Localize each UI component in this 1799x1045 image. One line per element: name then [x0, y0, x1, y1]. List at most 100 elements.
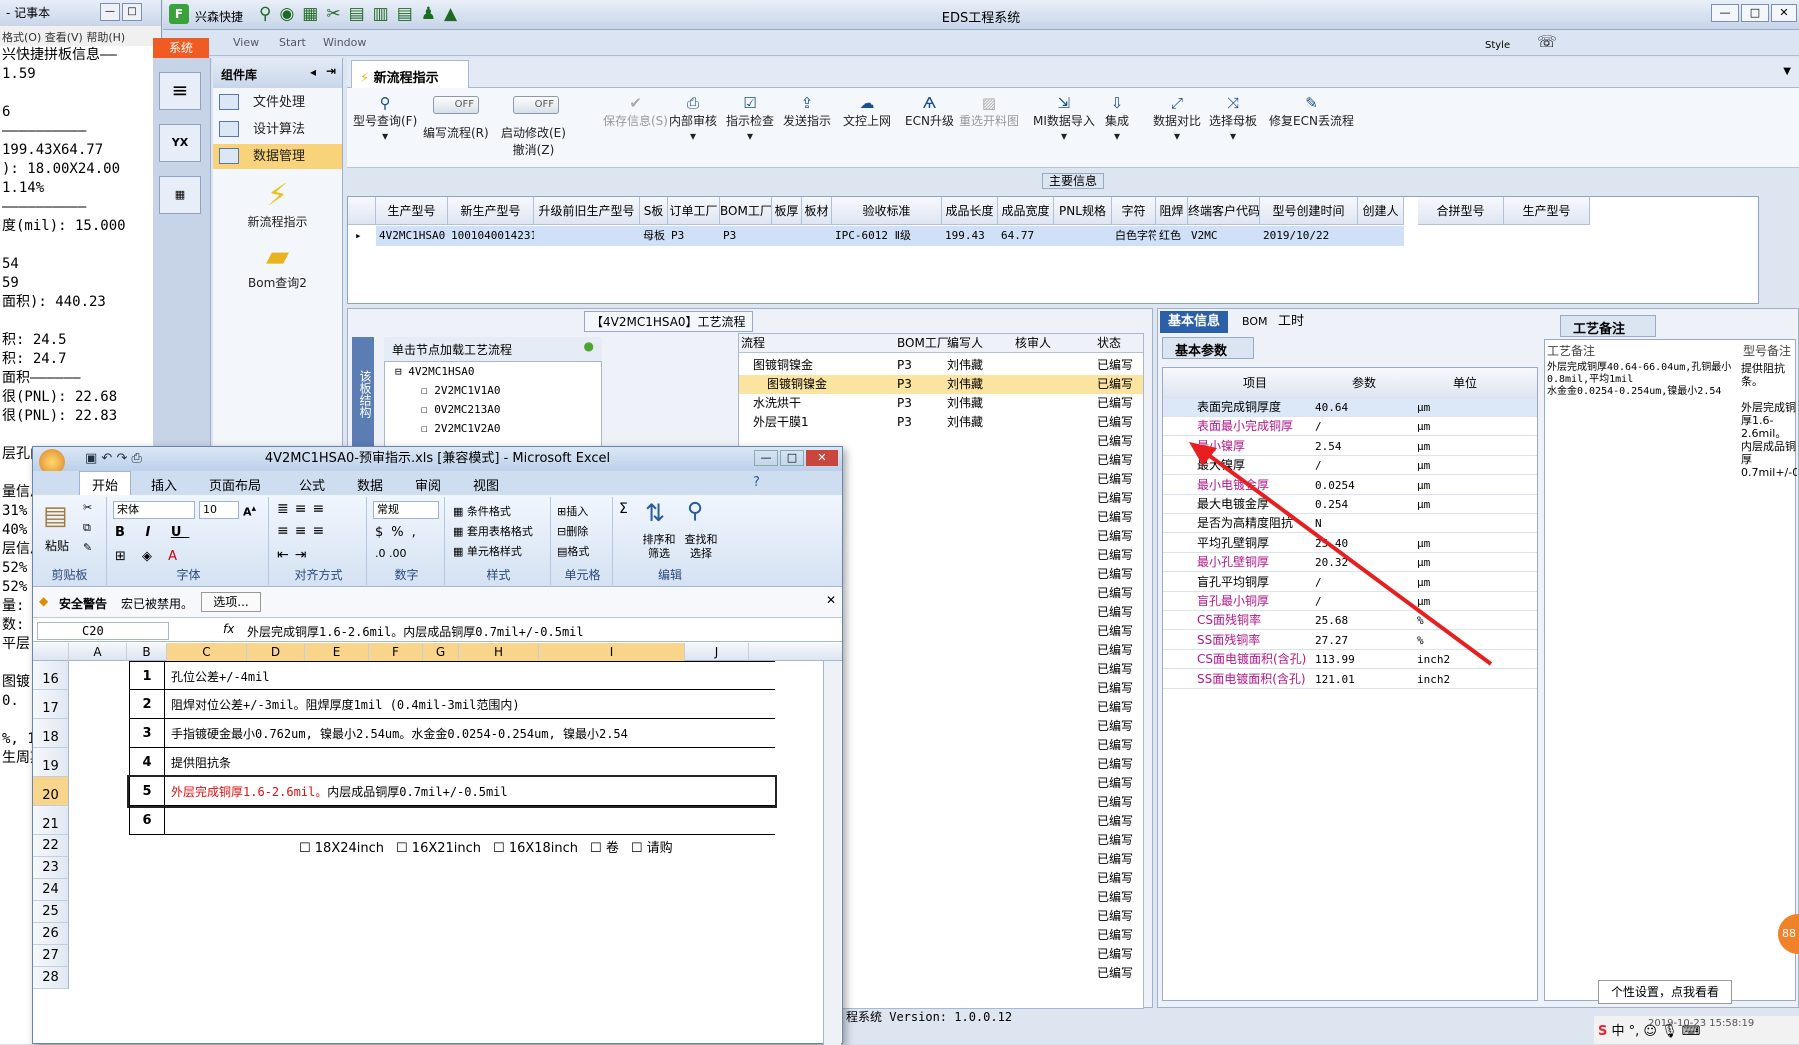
- delete-cells-button[interactable]: ⊟删除: [557, 523, 588, 539]
- grid-cell[interactable]: V2MC: [1188, 226, 1260, 246]
- grid-cell[interactable]: [802, 226, 832, 246]
- worksheet-row[interactable]: 1 孔位公差+/-4mil: [129, 661, 775, 690]
- grid-header-cell[interactable]: 成品长度: [942, 197, 998, 225]
- personalize-tooltip[interactable]: 个性设置，点我看看: [1598, 980, 1732, 1004]
- fix-ecn-button[interactable]: ✎ 修复ECN丢流程: [1269, 94, 1354, 129]
- param-value[interactable]: 20.32: [1315, 553, 1413, 572]
- vertical-scrollbar[interactable]: [823, 661, 841, 1045]
- column-header[interactable]: A: [69, 643, 127, 661]
- tab-basic-params[interactable]: 基本参数: [1162, 337, 1254, 359]
- row-header[interactable]: 27: [33, 945, 69, 967]
- help-icon[interactable]: ?: [753, 475, 760, 490]
- internal-review-button[interactable]: ⎙ 内部审核 ▾: [669, 94, 717, 143]
- component-item-data[interactable]: 数据管理: [213, 144, 342, 169]
- column-header[interactable]: E: [305, 643, 369, 661]
- column-header[interactable]: C: [167, 643, 247, 661]
- insert-cells-button[interactable]: ⊞插入: [557, 503, 588, 519]
- grid-header-cell[interactable]: 生产型号: [376, 197, 448, 225]
- column-header[interactable]: G: [423, 643, 459, 661]
- style-label[interactable]: Style: [1485, 40, 1510, 51]
- param-row[interactable]: 最大镍厚 / μm: [1163, 456, 1537, 476]
- param-value[interactable]: /: [1315, 417, 1413, 436]
- close-button[interactable]: ✕: [806, 450, 838, 466]
- param-row[interactable]: SS面电镀面积(含孔) 121.01 inch2: [1163, 670, 1537, 689]
- tab-view[interactable]: 视图: [473, 475, 499, 494]
- row-header[interactable]: 24: [33, 879, 69, 901]
- board-structure-tab[interactable]: 该板结构: [352, 337, 374, 447]
- param-row[interactable]: CS面残铜率 25.68%: [1163, 611, 1537, 631]
- param-value[interactable]: 113.99: [1315, 650, 1413, 669]
- side-grid-header-cell[interactable]: 合拼型号: [1418, 197, 1504, 225]
- grid-header-cell[interactable]: 创建人: [1358, 197, 1404, 225]
- integrate-button[interactable]: ⇩ 集成 ▾: [1105, 94, 1129, 143]
- grid-cell[interactable]: 10010400142314: [448, 226, 534, 246]
- row-index-cell[interactable]: 5: [129, 777, 165, 805]
- grid-cell[interactable]: [772, 226, 802, 246]
- start-modify-toggle[interactable]: OFF: [513, 96, 559, 114]
- row-index-cell[interactable]: 2: [129, 690, 165, 718]
- menu-start[interactable]: Start: [279, 36, 306, 49]
- number-format-select[interactable]: 常规: [373, 501, 439, 519]
- find-binoculars-icon[interactable]: ⚲: [687, 499, 703, 524]
- param-value[interactable]: /: [1315, 592, 1413, 611]
- row-index-cell[interactable]: 1: [129, 662, 165, 689]
- model-query-button[interactable]: ⚲ 型号查询(F) ▾: [353, 94, 417, 143]
- grid-cell[interactable]: P3: [668, 226, 720, 246]
- grid-header-cell[interactable]: PNL规格: [1054, 197, 1112, 225]
- param-row[interactable]: 表面完成铜厚度 40.64 μm: [1163, 398, 1537, 417]
- currency-percent-buttons[interactable]: $%,: [375, 525, 424, 540]
- grid-header-cell[interactable]: 成品宽度: [998, 197, 1054, 225]
- bom-query-shortcut[interactable]: ▰ Bom查询2: [213, 240, 342, 291]
- grid-header-cell[interactable]: 字符: [1112, 197, 1156, 225]
- chevron-left-icon[interactable]: ◂: [310, 65, 316, 79]
- row-header[interactable]: 18: [33, 719, 69, 748]
- row-index-cell[interactable]: 4: [129, 748, 165, 776]
- row-text-cell[interactable]: 孔位公差+/-4mil: [171, 668, 270, 685]
- hamburger-menu-icon[interactable]: ≡: [159, 72, 201, 110]
- font-style-buttons[interactable]: B I U: [115, 525, 189, 540]
- side-grid-header-cell[interactable]: 生产型号: [1504, 197, 1590, 225]
- flow-row[interactable]: 图镀铜镍金 P3 刘伟藏 已编写: [739, 356, 1143, 375]
- param-value[interactable]: 0.254: [1315, 495, 1413, 514]
- paste-icon[interactable]: ▤: [43, 501, 68, 531]
- tab-process-notes[interactable]: 工艺备注: [1560, 315, 1656, 337]
- tree-node[interactable]: ☐ 0V2MC213A0: [385, 400, 601, 419]
- param-row[interactable]: 最小电镀金厚 0.0254 μm: [1163, 476, 1537, 495]
- worksheet-row[interactable]: 3 手指镀硬金最小0.762um, 镍最小2.54um。水金金0.0254-0.2…: [129, 719, 775, 748]
- main-info-grid[interactable]: ▸生产型号4V2MC1HSA0新生产型号10010400142314升级前旧生产…: [347, 196, 1759, 304]
- system-tab[interactable]: 系统: [153, 38, 209, 58]
- grid-header-cell[interactable]: 新生产型号: [448, 197, 534, 225]
- undo-label[interactable]: 撤消(Z): [513, 143, 555, 157]
- checkbox-option[interactable]: ☐ 请购: [631, 841, 673, 856]
- copy-icon[interactable]: ⧉: [83, 521, 91, 535]
- decimal-buttons[interactable]: .0 .00: [375, 547, 407, 560]
- column-header[interactable]: D: [247, 643, 305, 661]
- new-process-shortcut[interactable]: ⚡ 新流程指示: [213, 179, 342, 230]
- grid-cell[interactable]: 红色: [1156, 226, 1188, 246]
- row-header[interactable]: 26: [33, 923, 69, 945]
- find-select-label[interactable]: 查找和选择: [681, 533, 721, 561]
- fx-icon[interactable]: fx: [223, 622, 234, 636]
- row-header[interactable]: 17: [33, 690, 69, 719]
- grid-cell[interactable]: 2019/10/22: [1260, 226, 1358, 246]
- param-value[interactable]: /: [1315, 573, 1413, 592]
- column-header[interactable]: I: [539, 643, 685, 661]
- horizontal-align-buttons[interactable]: ≡≡≡: [277, 523, 330, 539]
- close-bar-icon[interactable]: ✕: [826, 593, 836, 607]
- table-format-button[interactable]: ▦ 套用表格格式: [453, 523, 533, 539]
- param-row[interactable]: 最大电镀金厚 0.254 μm: [1163, 495, 1537, 514]
- options-button[interactable]: 选项...: [201, 592, 261, 612]
- select-mother-board-button[interactable]: ⤨ 选择母板 ▾: [1209, 94, 1257, 143]
- row-header[interactable]: 21: [33, 806, 69, 835]
- grid-cell[interactable]: IPC-6012 Ⅱ级: [832, 226, 942, 246]
- row-header[interactable]: 23: [33, 857, 69, 879]
- column-header[interactable]: J: [685, 643, 749, 661]
- calculator-icon[interactable]: ▦: [159, 176, 201, 214]
- font-name-select[interactable]: 宋体: [113, 501, 195, 519]
- menu-window[interactable]: Window: [323, 36, 366, 49]
- paste-label[interactable]: 粘贴: [45, 537, 69, 554]
- checkbox-option[interactable]: ☐ 18X24inch: [299, 841, 384, 856]
- param-row[interactable]: 盲孔最小铜厚 / μm: [1163, 592, 1537, 611]
- param-row[interactable]: 盲孔平均铜厚 / μm: [1163, 573, 1537, 592]
- component-item-algorithm[interactable]: 设计算法: [213, 117, 342, 142]
